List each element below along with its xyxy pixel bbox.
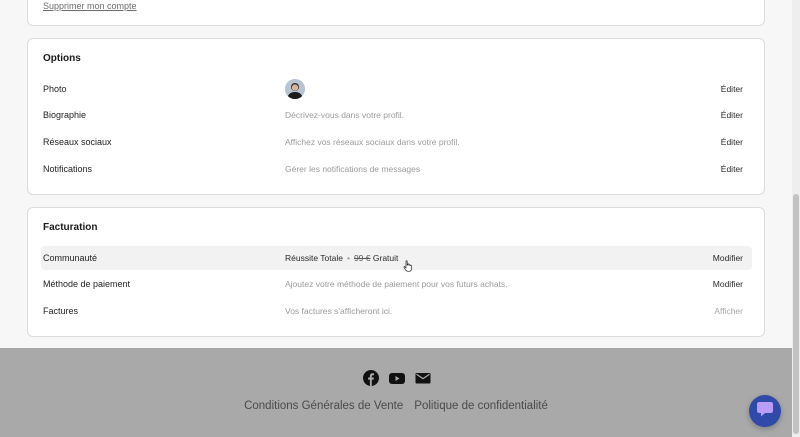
old-price: 99 € xyxy=(353,253,371,263)
options-card: Options Photo Éditer Biographie Décrivez… xyxy=(27,38,765,195)
page: Supprimer mon compte Options Photo Édite… xyxy=(0,0,792,437)
options-row-photo: Photo Éditer xyxy=(41,77,752,101)
plan-info: Réussite Totale • 99 € Gratuit xyxy=(285,253,398,263)
billing-row-invoices: Factures Vos factures s'afficheront ici.… xyxy=(41,299,752,323)
billing-title: Facturation xyxy=(43,222,98,233)
row-label: Photo xyxy=(43,84,67,94)
edit-social-button[interactable]: Éditer xyxy=(721,137,743,147)
modify-payment-button[interactable]: Modifier xyxy=(713,279,743,289)
plan-name: Réussite Totale xyxy=(285,253,343,263)
edit-bio-button[interactable]: Éditer xyxy=(721,110,743,120)
edit-notifications-button[interactable]: Éditer xyxy=(721,164,743,174)
options-title: Options xyxy=(43,53,81,64)
row-label: Factures xyxy=(43,306,79,316)
options-row-notifications: Notifications Gérer les notifications de… xyxy=(41,157,752,181)
row-value: Décrivez-vous dans votre profil. xyxy=(285,110,405,120)
scrollbar[interactable] xyxy=(792,0,800,437)
scrollbar-thumb[interactable] xyxy=(793,194,799,434)
row-value: Vos factures s'afficheront ici. xyxy=(285,306,393,316)
facebook-icon[interactable] xyxy=(363,370,379,386)
show-invoices-button[interactable]: Afficher xyxy=(714,306,743,316)
youtube-icon[interactable] xyxy=(389,370,405,386)
row-label: Notifications xyxy=(43,164,93,174)
edit-photo-button[interactable]: Éditer xyxy=(721,84,743,94)
account-card: Supprimer mon compte xyxy=(27,0,765,26)
social-links xyxy=(363,370,431,386)
row-label: Communauté xyxy=(43,253,98,263)
row-value: Gérer les notifications de messages xyxy=(285,164,421,174)
row-value: Affichez vos réseaux sociaux dans votre … xyxy=(285,137,460,147)
row-value: Ajoutez votre méthode de paiement pour v… xyxy=(285,279,508,289)
chat-bubble-icon xyxy=(756,400,774,423)
row-label: Biographie xyxy=(43,110,87,120)
billing-row-community: Communauté Réussite Totale • 99 € Gratuit … xyxy=(41,246,752,272)
footer: Conditions Générales de Vente Politique … xyxy=(0,348,792,437)
row-label: Réseaux sociaux xyxy=(43,137,112,147)
privacy-link[interactable]: Politique de confidentialité xyxy=(414,400,548,412)
modify-community-button[interactable]: Modifier xyxy=(713,253,743,263)
terms-link[interactable]: Conditions Générales de Vente xyxy=(244,400,403,412)
billing-card: Facturation Communauté Réussite Totale • 9… xyxy=(27,207,765,337)
mail-icon[interactable] xyxy=(415,370,431,386)
options-row-social: Réseaux sociaux Affichez vos réseaux soc… xyxy=(41,130,752,154)
options-row-bio: Biographie Décrivez-vous dans votre prof… xyxy=(41,103,752,127)
delete-account-link[interactable]: Supprimer mon compte xyxy=(43,1,137,11)
current-price: Gratuit xyxy=(372,253,399,263)
avatar xyxy=(285,79,305,99)
footer-links: Conditions Générales de Vente Politique … xyxy=(0,400,792,412)
billing-row-payment: Méthode de paiement Ajoutez votre méthod… xyxy=(41,272,752,296)
chat-button[interactable] xyxy=(749,395,781,427)
row-label: Méthode de paiement xyxy=(43,279,131,289)
plan-separator: • xyxy=(346,253,350,263)
